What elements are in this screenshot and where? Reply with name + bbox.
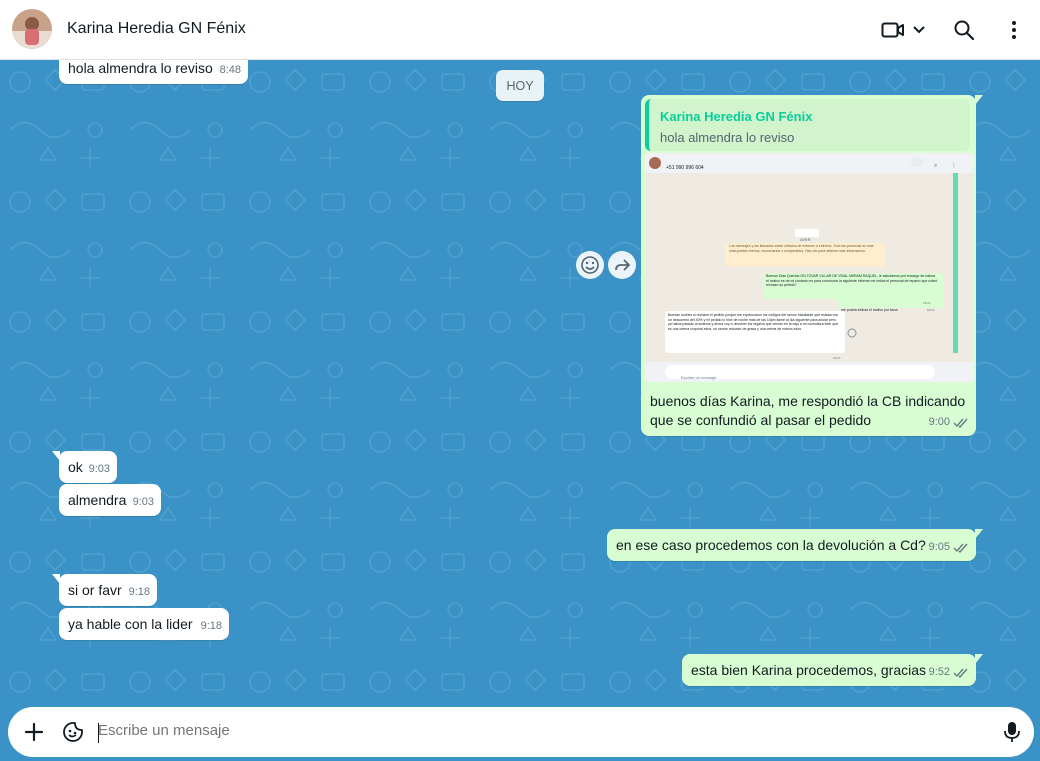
attach-button[interactable]	[22, 720, 46, 744]
message-incoming[interactable]: ok 9:03	[52, 451, 117, 483]
message-time: 9:05	[929, 538, 969, 557]
embedded-outgoing-2-time: 18:02	[927, 308, 935, 312]
react-button[interactable]	[576, 251, 604, 279]
chat-header: Karina Heredia GN Fénix	[0, 0, 1040, 60]
contact-avatar[interactable]	[12, 9, 52, 49]
embedded-input-placeholder: Escribe un mensaje	[681, 375, 717, 380]
quoted-author: Karina Heredia GN Fénix	[660, 109, 813, 124]
message-outgoing[interactable]: en ese caso procedemos con la devolución…	[607, 529, 983, 561]
embedded-incoming-1: Buenas noches si rechace el pedido porqu…	[668, 313, 839, 331]
message-time: 9:52	[929, 663, 969, 682]
message-time: 9:18	[200, 620, 222, 632]
quoted-text: hola almendra lo reviso	[660, 130, 795, 145]
message-text: si or favr	[68, 582, 122, 598]
attached-screenshot-image[interactable]: +51 990 996 604 ⌕ ⋮ AYER Los mensajes y …	[645, 153, 974, 382]
double-check-icon	[953, 668, 968, 678]
message-input[interactable]	[98, 722, 978, 739]
message-time: 9:03	[88, 463, 110, 475]
message-text: en ese caso procedemos con la devolución…	[616, 537, 926, 553]
message-text: almendra	[68, 492, 127, 508]
double-check-icon	[953, 418, 968, 428]
message-list[interactable]: hola almendra lo reviso 8:48 HOY Karina …	[0, 60, 1040, 705]
embedded-menu-icon: ⋮	[951, 163, 957, 169]
composer-bar	[8, 707, 1034, 757]
forward-button[interactable]	[608, 251, 636, 279]
contact-name[interactable]: Karina Heredia GN Fénix	[67, 20, 246, 38]
sticker-icon	[63, 722, 83, 742]
menu-icon	[1012, 21, 1016, 39]
chevron-down-icon	[913, 26, 925, 34]
plus-icon	[24, 722, 44, 742]
message-incoming[interactable]: almendra 9:03	[59, 484, 161, 516]
message-time: 9:18	[128, 586, 150, 598]
embedded-outgoing-1: Buenos Días Querido GN TOVAR VILLAR DE V…	[766, 274, 937, 287]
message-text: esta bien Karina procedemos, gracias	[691, 662, 927, 678]
message-incoming[interactable]: si or favr 9:18	[52, 574, 157, 606]
date-separator: HOY	[496, 70, 544, 101]
message-outgoing-with-image[interactable]: Karina Heredia GN Fénix hola almendra lo…	[641, 95, 983, 436]
double-check-icon	[953, 543, 968, 553]
search-button[interactable]	[948, 14, 980, 46]
search-icon	[954, 20, 975, 41]
video-call-button[interactable]	[880, 14, 928, 46]
message-text: hola almendra lo reviso	[68, 60, 213, 76]
message-time: 8:48	[219, 64, 241, 76]
embedded-outgoing-2: me podría indicar el motivo por favor	[841, 308, 898, 312]
embedded-incoming-1-time: 22:37	[833, 356, 841, 360]
sticker-button[interactable]	[61, 720, 85, 744]
message-text: ya hable con la lider	[68, 616, 193, 632]
message-text: ok	[68, 459, 83, 475]
forward-icon	[615, 259, 630, 271]
message-time: 9:00	[929, 413, 969, 432]
menu-button[interactable]	[998, 14, 1030, 46]
microphone-icon	[1004, 722, 1020, 742]
video-call-icon	[881, 22, 904, 38]
embedded-search-icon: ⌕	[934, 163, 938, 169]
text-caret	[98, 723, 99, 743]
quoted-message[interactable]: Karina Heredia GN Fénix hola almendra lo…	[645, 99, 970, 151]
embedded-video-icon	[911, 158, 923, 167]
embedded-phone-number: +51 990 996 604	[666, 165, 704, 171]
message-outgoing[interactable]: esta bien Karina procedemos, gracias 9:5…	[682, 654, 983, 686]
composer	[0, 705, 1040, 761]
emoji-icon	[581, 256, 599, 274]
embedded-notice: Los mensajes y las llamadas están cifrad…	[729, 244, 874, 253]
message-incoming[interactable]: ya hable con la lider 9:18	[59, 608, 229, 640]
message-incoming[interactable]: hola almendra lo reviso 8:48	[59, 60, 248, 84]
voice-message-button[interactable]	[1000, 720, 1024, 744]
message-text-line-1: buenos días Karina, me respondió la CB i…	[650, 393, 966, 409]
message-time: 9:03	[132, 496, 154, 508]
message-text-line-2: que se confundió al pasar el pedido	[650, 412, 872, 428]
